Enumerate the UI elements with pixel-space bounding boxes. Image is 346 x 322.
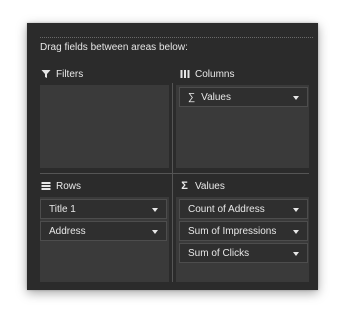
chevron-down-icon[interactable] [293,96,299,100]
pivot-field-list-panel: Drag fields between areas below: Filters… [27,23,318,290]
field-label: Count of Address [188,203,265,215]
top-separator [40,37,313,38]
rows-field-address[interactable]: Address [40,221,167,241]
horizontal-divider [40,173,309,174]
field-label: Values [201,91,231,103]
values-area-label: Values [195,180,225,192]
rows-field-title-1[interactable]: Title 1 [40,199,167,219]
rows-icon [40,181,51,192]
filters-area-label: Filters [56,68,84,80]
columns-area-header: Columns [179,67,234,81]
chevron-down-icon[interactable] [293,252,299,256]
values-area-header: Σ Values [179,179,225,193]
field-label: Sum of Clicks [188,247,250,259]
field-label: Sum of Impressions [188,225,277,237]
filters-area-header: Filters [40,67,83,81]
rows-area-header: Rows [40,179,81,193]
sigma-icon: ∑ [188,91,196,103]
columns-field-values[interactable]: ∑ Values [179,87,308,107]
columns-area-label: Columns [195,68,235,80]
values-field-sum-of-impressions[interactable]: Sum of Impressions [179,221,308,241]
vertical-divider [172,83,173,282]
values-field-count-of-address[interactable]: Count of Address [179,199,308,219]
rows-area-label: Rows [56,180,82,192]
chevron-down-icon[interactable] [293,230,299,234]
filters-drop-zone[interactable] [40,85,169,168]
sigma-icon: Σ [181,180,188,192]
chevron-down-icon[interactable] [152,230,158,234]
chevron-down-icon[interactable] [293,208,299,212]
columns-icon [179,69,190,80]
drag-hint-text: Drag fields between areas below: [40,42,188,53]
filter-icon [40,69,51,80]
values-field-sum-of-clicks[interactable]: Sum of Clicks [179,243,308,263]
field-label: Address [49,225,86,237]
field-label: Title 1 [49,203,76,215]
chevron-down-icon[interactable] [152,208,158,212]
